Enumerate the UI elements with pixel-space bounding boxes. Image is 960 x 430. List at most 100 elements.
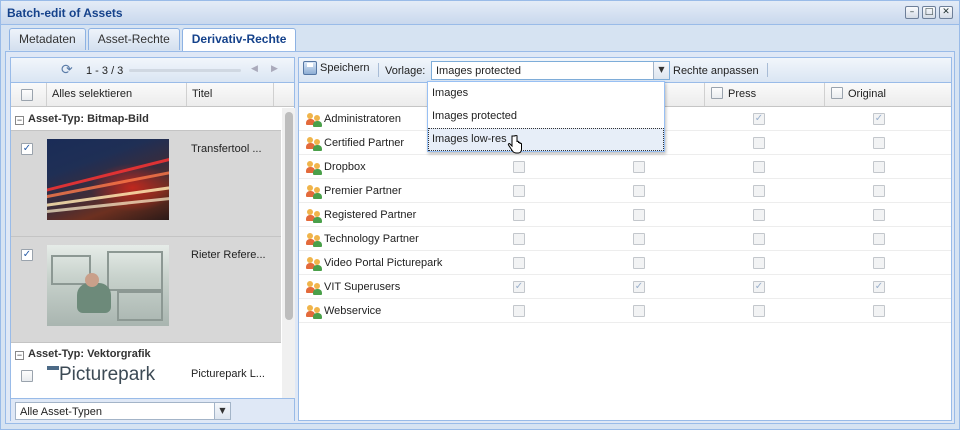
asset-thumbnail-logo[interactable]: Picturepark bbox=[47, 364, 155, 386]
save-icon bbox=[303, 61, 317, 75]
close-button[interactable]: ✕ bbox=[939, 6, 953, 19]
right-checkbox[interactable] bbox=[633, 185, 645, 197]
asset-list: − Asset-Typ: Bitmap-Bild ✓ Transfertool .… bbox=[11, 108, 281, 398]
asset-checkbox[interactable]: ✓ bbox=[21, 143, 33, 155]
rights-row[interactable]: Technology Partner bbox=[299, 227, 951, 251]
right-checkbox[interactable]: ✓ bbox=[633, 281, 645, 293]
right-checkbox[interactable] bbox=[873, 233, 885, 245]
vorlage-option-images[interactable]: Images bbox=[428, 82, 664, 105]
right-checkbox[interactable] bbox=[873, 161, 885, 173]
right-checkbox[interactable] bbox=[753, 257, 765, 269]
rights-row[interactable]: Video Portal Picturepark bbox=[299, 251, 951, 275]
hand-cursor-icon bbox=[507, 135, 522, 154]
right-checkbox[interactable] bbox=[513, 185, 525, 197]
right-checkbox[interactable] bbox=[753, 185, 765, 197]
right-checkbox[interactable] bbox=[873, 305, 885, 317]
select-all-label[interactable]: Alles selektieren bbox=[46, 83, 132, 106]
asset-list-scrollbar[interactable] bbox=[282, 108, 295, 398]
vorlage-dropdown-list: Images Images protected Images low-res bbox=[427, 81, 665, 152]
right-checkbox[interactable] bbox=[513, 257, 525, 269]
user-group-icon bbox=[306, 184, 322, 199]
prev-page-icon[interactable]: ◀ bbox=[251, 64, 258, 74]
group-header-bitmap[interactable]: − Asset-Typ: Bitmap-Bild bbox=[11, 108, 281, 130]
column-original[interactable]: Original bbox=[824, 83, 939, 106]
right-checkbox[interactable] bbox=[513, 305, 525, 317]
right-checkbox[interactable] bbox=[753, 161, 765, 173]
right-checkbox[interactable] bbox=[633, 305, 645, 317]
rights-row[interactable]: Registered Partner bbox=[299, 203, 951, 227]
rights-row[interactable]: VIT Superusers ✓ ✓ ✓ ✓ bbox=[299, 275, 951, 299]
user-group-name: Registered Partner bbox=[324, 209, 417, 221]
right-checkbox[interactable] bbox=[753, 233, 765, 245]
right-checkbox[interactable] bbox=[753, 137, 765, 149]
asset-title: Transfertool ... bbox=[191, 143, 262, 155]
asset-row[interactable]: Picturepark Picturepark L... bbox=[11, 364, 281, 386]
collapse-icon[interactable]: − bbox=[15, 351, 24, 360]
maximize-button[interactable]: □ bbox=[922, 6, 936, 19]
right-checkbox[interactable] bbox=[873, 209, 885, 221]
window-title: Batch-edit of Assets bbox=[7, 6, 123, 20]
pager-slider[interactable] bbox=[129, 69, 241, 72]
asset-type-select[interactable]: Alle Asset-Typen ▼ bbox=[15, 402, 231, 420]
user-group-icon bbox=[306, 304, 322, 319]
scrollbar-thumb[interactable] bbox=[285, 112, 293, 320]
tab-derivativ-rechte[interactable]: Derivativ-Rechte bbox=[181, 28, 297, 52]
chevron-down-icon[interactable]: ▼ bbox=[653, 62, 669, 79]
rechte-anpassen-button[interactable]: Rechte anpassen bbox=[673, 65, 759, 77]
user-group-icon bbox=[306, 256, 322, 271]
right-checkbox[interactable] bbox=[873, 185, 885, 197]
right-checkbox[interactable]: ✓ bbox=[753, 113, 765, 125]
asset-checkbox[interactable]: ✓ bbox=[21, 249, 33, 261]
asset-list-header: Alles selektieren Titel bbox=[11, 83, 294, 107]
vorlage-select[interactable]: Images protected ▼ bbox=[431, 61, 670, 80]
next-page-icon[interactable]: ▶ bbox=[271, 64, 278, 74]
right-checkbox[interactable] bbox=[513, 161, 525, 173]
asset-row[interactable]: ✓ Rieter Refere... bbox=[11, 236, 281, 342]
right-checkbox[interactable] bbox=[753, 305, 765, 317]
right-checkbox[interactable] bbox=[633, 233, 645, 245]
right-checkbox[interactable] bbox=[633, 257, 645, 269]
user-group-name: Technology Partner bbox=[324, 233, 419, 245]
right-checkbox[interactable]: ✓ bbox=[753, 281, 765, 293]
asset-type-filter-bar: Alle Asset-Typen ▼ bbox=[11, 398, 294, 421]
vorlage-option-images-protected[interactable]: Images protected bbox=[428, 105, 664, 128]
tab-strip: Metadaten Asset-Rechte Derivativ-Rechte bbox=[9, 28, 297, 52]
right-checkbox[interactable] bbox=[633, 209, 645, 221]
tab-asset-rechte[interactable]: Asset-Rechte bbox=[87, 28, 180, 50]
user-group-name: Certified Partner bbox=[324, 137, 405, 149]
vorlage-label: Vorlage: bbox=[385, 65, 426, 77]
asset-row[interactable]: ✓ Transfertool ... bbox=[11, 130, 281, 236]
right-checkbox[interactable]: ✓ bbox=[873, 281, 885, 293]
right-checkbox[interactable] bbox=[753, 209, 765, 221]
minimize-button[interactable]: – bbox=[905, 6, 919, 19]
collapse-icon[interactable]: − bbox=[15, 116, 24, 125]
select-all-checkbox[interactable] bbox=[21, 89, 33, 101]
asset-checkbox[interactable] bbox=[21, 370, 33, 382]
asset-thumbnail-highway[interactable] bbox=[47, 139, 169, 220]
right-checkbox[interactable]: ✓ bbox=[873, 113, 885, 125]
right-checkbox[interactable]: ✓ bbox=[513, 281, 525, 293]
right-checkbox[interactable] bbox=[513, 209, 525, 221]
right-checkbox[interactable] bbox=[873, 257, 885, 269]
asset-list-panel: ⟳ 1 - 3 / 3 ◀ ▶ Alles selektieren Titel … bbox=[10, 57, 295, 421]
title-bar[interactable]: Batch-edit of Assets – □ ✕ bbox=[1, 1, 959, 25]
rights-row[interactable]: Premier Partner bbox=[299, 179, 951, 203]
rights-toolbar: Speichern Vorlage: Images protected ▼ Re… bbox=[299, 58, 951, 83]
original-column-checkbox[interactable] bbox=[831, 87, 843, 99]
column-press[interactable]: Press bbox=[704, 83, 824, 106]
refresh-icon[interactable]: ⟳ bbox=[61, 62, 73, 78]
vorlage-option-images-low-res[interactable]: Images low-res bbox=[428, 128, 664, 151]
user-group-icon bbox=[306, 232, 322, 247]
save-button[interactable]: Speichern bbox=[303, 61, 370, 75]
press-column-checkbox[interactable] bbox=[711, 87, 723, 99]
chevron-down-icon[interactable]: ▼ bbox=[214, 403, 230, 419]
rights-row[interactable]: Webservice bbox=[299, 299, 951, 323]
rights-row[interactable]: Dropbox bbox=[299, 155, 951, 179]
tab-metadaten[interactable]: Metadaten bbox=[9, 28, 86, 50]
asset-thumbnail-factory[interactable] bbox=[47, 245, 169, 326]
right-checkbox[interactable] bbox=[513, 233, 525, 245]
title-column-header[interactable]: Titel bbox=[186, 83, 212, 106]
group-header-vektor[interactable]: − Asset-Typ: Vektorgrafik bbox=[11, 342, 281, 364]
right-checkbox[interactable] bbox=[873, 137, 885, 149]
right-checkbox[interactable] bbox=[633, 161, 645, 173]
